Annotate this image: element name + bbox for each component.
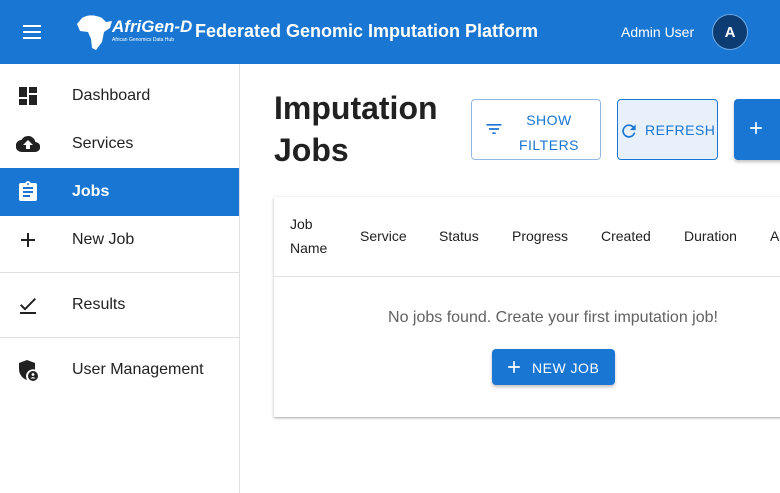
check-icon [20,298,36,314]
sidebar-item-services[interactable]: Services [0,120,239,168]
app-title: Federated Genomic Imputation Platform [195,21,539,41]
column-header-service[interactable]: Service [360,224,407,248]
column-header-status[interactable]: Status [439,224,479,248]
table-header-divider [274,276,780,277]
sidebar-item-label: Jobs [72,183,110,200]
column-header-job-name[interactable]: Job Name [290,212,340,260]
sidebar: Dashboard Services Jobs New Job Results [0,64,240,493]
admin-shield-icon [19,360,38,381]
avatar[interactable]: A [712,14,748,50]
jobs-table: Job Name Service Status Progress Created… [274,197,780,417]
new-job-label: NEW JOB [532,360,600,376]
clipboard-icon [19,181,37,201]
show-filters-label: SHOW FILTERS [518,112,580,153]
sidebar-item-label: Results [72,296,126,313]
column-header-created[interactable]: Created [601,224,651,248]
sidebar-item-new-job[interactable]: New Job [0,216,239,264]
logo-subtext: African Genomics Data Hub [112,37,174,43]
app-bar: AfriGen-D African Genomics Data Hub Fede… [0,0,780,64]
refresh-icon [622,124,636,138]
menu-button[interactable] [12,12,52,52]
show-filters-button[interactable]: SHOW FILTERS [471,99,601,160]
sidebar-item-label: Dashboard [72,87,151,104]
hamburger-menu-icon [23,25,41,39]
sidebar-divider [0,337,239,338]
sidebar-item-label: Services [72,135,134,152]
column-header-progress[interactable]: Progress [512,224,568,248]
new-job-button[interactable]: NEW JOB [492,349,615,385]
plus-icon [508,361,520,373]
sidebar-item-results[interactable]: Results [0,281,239,329]
column-header-duration[interactable]: Duration [684,224,737,248]
logo-text: AfriGen-D [112,17,193,36]
plus-icon [21,233,35,247]
sidebar-item-label: New Job [72,231,135,248]
filter-icon [486,124,502,134]
cloud-upload-icon [16,135,40,153]
refresh-button[interactable]: REFRESH [617,99,718,160]
sidebar-divider [0,272,239,273]
plus-icon [750,122,762,134]
dashboard-icon [19,87,37,105]
sidebar-item-user-management[interactable]: User Management [0,346,239,394]
page-title: Imputation Jobs [274,90,438,168]
column-header-actions[interactable]: A [770,224,779,248]
new-job-header-button[interactable] [734,99,780,160]
sidebar-item-dashboard[interactable]: Dashboard [0,72,239,120]
empty-state-message: No jobs found. Create your first imputat… [388,309,718,326]
sidebar-item-label: User Management [72,361,204,378]
refresh-label: REFRESH [645,122,716,138]
user-name: Admin User [621,24,695,40]
sidebar-item-jobs[interactable]: Jobs [0,168,239,216]
